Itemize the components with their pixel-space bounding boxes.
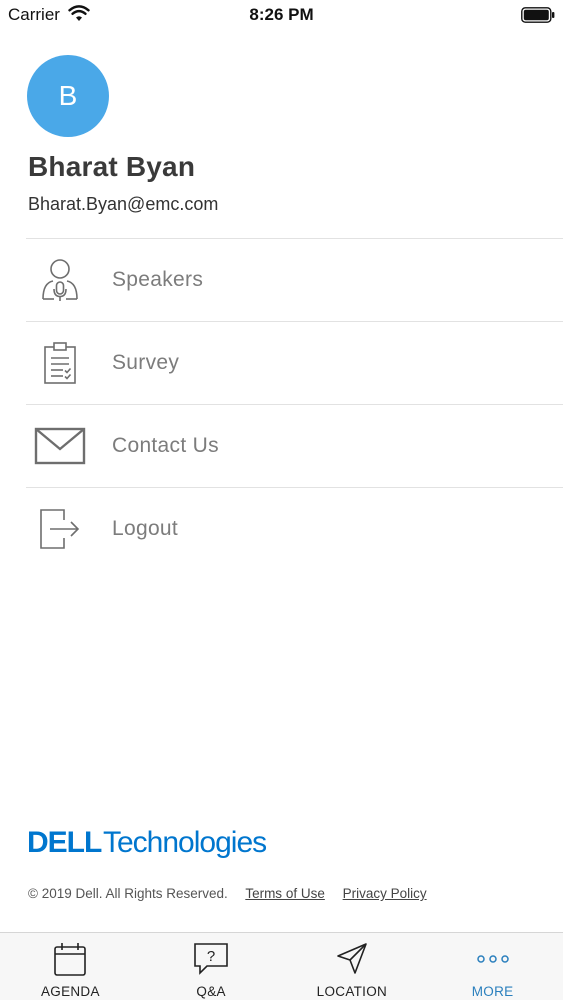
calendar-icon bbox=[54, 943, 87, 976]
tab-location[interactable]: LOCATION bbox=[282, 933, 423, 1000]
tab-qa[interactable]: ? Q&A bbox=[141, 933, 282, 1000]
logout-icon bbox=[32, 504, 88, 554]
svg-text:?: ? bbox=[207, 948, 215, 965]
tab-bar: AGENDA ? Q&A LOCATION MORE bbox=[0, 932, 563, 1000]
tab-label: LOCATION bbox=[316, 984, 388, 999]
tab-more[interactable]: MORE bbox=[422, 933, 563, 1000]
battery-icon bbox=[521, 7, 555, 23]
status-bar: Carrier 8:26 PM bbox=[0, 0, 563, 30]
tab-label: MORE bbox=[471, 984, 514, 999]
footer-legal: © 2019 Dell. All Rights Reserved. Terms … bbox=[28, 886, 441, 901]
navigation-arrow-icon bbox=[337, 943, 367, 974]
menu-item-survey[interactable]: Survey bbox=[26, 321, 563, 404]
svg-text:DELL: DELL bbox=[27, 826, 102, 859]
avatar-initial: B bbox=[58, 80, 78, 111]
more-menu: Speakers Survey Contact Us Logout bbox=[26, 238, 563, 570]
menu-item-label: Logout bbox=[112, 517, 179, 540]
user-name: Bharat Byan bbox=[28, 151, 196, 182]
copyright-text: © 2019 Dell. All Rights Reserved. bbox=[28, 886, 228, 901]
menu-item-speakers[interactable]: Speakers bbox=[26, 238, 563, 321]
tab-label: AGENDA bbox=[40, 984, 100, 999]
user-email: Bharat.Byan@emc.com bbox=[28, 194, 219, 214]
tab-agenda[interactable]: AGENDA bbox=[0, 933, 141, 1000]
terms-of-use-link[interactable]: Terms of Use bbox=[245, 886, 325, 901]
privacy-policy-link[interactable]: Privacy Policy bbox=[343, 886, 427, 901]
clock: 8:26 PM bbox=[249, 5, 314, 24]
speaker-icon bbox=[32, 255, 88, 305]
menu-item-label: Survey bbox=[112, 351, 180, 374]
dell-technologies-logo: DELL Technologies bbox=[27, 826, 267, 859]
tab-label: Q&A bbox=[196, 984, 226, 999]
menu-item-contact-us[interactable]: Contact Us bbox=[26, 404, 563, 487]
menu-item-label: Contact Us bbox=[112, 434, 219, 457]
more-dots-icon bbox=[476, 955, 509, 963]
menu-item-logout[interactable]: Logout bbox=[26, 487, 563, 570]
question-bubble-icon: ? bbox=[194, 943, 228, 975]
svg-text:Technologies: Technologies bbox=[103, 826, 266, 859]
menu-item-label: Speakers bbox=[112, 268, 204, 291]
avatar: B bbox=[27, 55, 109, 137]
clipboard-icon bbox=[32, 338, 88, 388]
envelope-icon bbox=[32, 421, 88, 471]
